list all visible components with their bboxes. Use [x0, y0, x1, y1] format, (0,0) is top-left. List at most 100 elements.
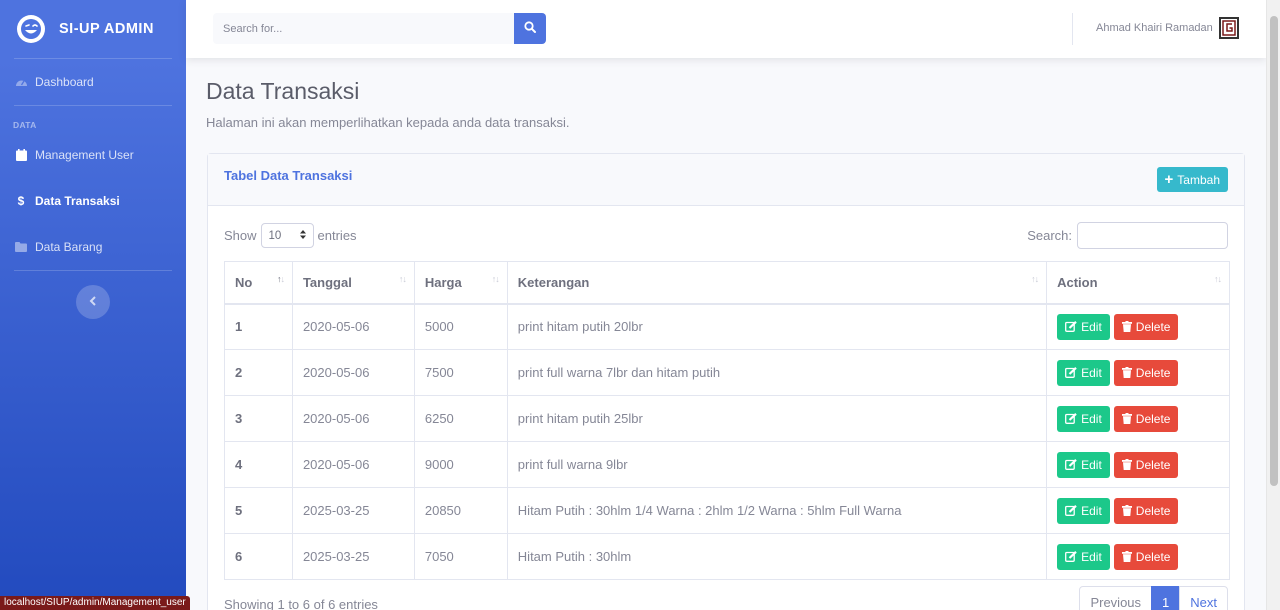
table-body: 1 2020-05-06 5000 print hitam putih 20lbr Ed…: [224, 303, 1230, 580]
delete-label: Delete: [1135, 457, 1171, 472]
trash-icon: [1121, 459, 1132, 470]
sidebar-item-label: Data Transaksi: [35, 194, 120, 208]
delete-label: Delete: [1135, 411, 1171, 426]
edit-label: Edit: [1081, 503, 1102, 518]
edit-button[interactable]: Edit: [1057, 313, 1110, 340]
sidebar-toggle-button[interactable]: [76, 285, 110, 319]
delete-button[interactable]: Delete: [1113, 543, 1179, 570]
delete-button[interactable]: Delete: [1113, 359, 1179, 386]
cell-keterangan: print full warna 7lbr dan hitam putih: [506, 349, 1048, 396]
sidebar-item-data-barang[interactable]: Data Barang: [0, 224, 186, 270]
edit-icon: [1065, 367, 1077, 378]
table-filter: Search:: [1027, 222, 1228, 249]
avatar[interactable]: [1219, 17, 1239, 39]
sidebar-item-management-user[interactable]: Management User: [0, 132, 186, 178]
search-icon: [524, 20, 536, 38]
table-info: Showing 1 to 6 of 6 entries: [224, 597, 378, 610]
sidebar-heading: DATA: [13, 120, 37, 130]
delete-button[interactable]: Delete: [1113, 313, 1179, 340]
edit-button[interactable]: Edit: [1057, 451, 1110, 478]
edit-icon: [1065, 459, 1077, 470]
cell-no: 3: [224, 395, 293, 442]
search-input[interactable]: [213, 13, 514, 44]
sidebar: SI-UP ADMIN Dashboard DATA Management Us…: [0, 0, 186, 610]
page-1-button[interactable]: 1: [1151, 586, 1181, 610]
delete-button[interactable]: Delete: [1113, 497, 1179, 524]
dollar-icon: $: [17, 194, 25, 208]
page-scrollbar[interactable]: [1266, 0, 1280, 610]
transaction-table: No ↑↓ Tanggal ↑↓ Harga ↑↓ Keterangan ↑↓ Acti…: [224, 261, 1230, 580]
topbar: Ahmad Khairi Ramadan: [186, 0, 1266, 58]
sidebar-brand[interactable]: SI-UP ADMIN: [0, 0, 186, 58]
sidebar-item-label: Management User: [35, 148, 134, 162]
column-header-tanggal[interactable]: Tanggal ↑↓: [291, 261, 415, 305]
cell-keterangan: print hitam putih 25lbr: [506, 395, 1048, 442]
cell-tanggal: 2020-05-06: [291, 349, 415, 396]
table-header-row: No ↑↓ Tanggal ↑↓ Harga ↑↓ Keterangan ↑↓ Acti…: [224, 261, 1230, 305]
edit-icon: [1065, 321, 1077, 333]
add-button[interactable]: + Tambah: [1156, 167, 1228, 192]
edit-label: Edit: [1081, 549, 1102, 564]
cell-action: Edit Delete: [1046, 349, 1230, 396]
brand-name: SI-UP ADMIN: [59, 21, 154, 37]
transaction-card: Tabel Data Transaksi + Tambah Show 10 en…: [207, 153, 1245, 610]
table-row: 6 2025-03-25 7050 Hitam Putih : 30hlm Edit De…: [224, 533, 1230, 580]
delete-button[interactable]: Delete: [1113, 405, 1179, 432]
column-header-keterangan[interactable]: Keterangan ↑↓: [506, 261, 1048, 305]
column-header-harga[interactable]: Harga ↑↓: [413, 261, 508, 305]
sidebar-item-data-transaksi[interactable]: $ Data Transaksi: [0, 178, 186, 224]
cell-harga: 9000: [413, 441, 508, 488]
add-button-label: Tambah: [1177, 172, 1220, 187]
folder-icon: [14, 240, 28, 254]
cell-harga: 7500: [413, 349, 508, 396]
pagination: Previous 1 Next: [1079, 586, 1228, 610]
cell-harga: 7050: [413, 533, 508, 580]
edit-label: Edit: [1081, 365, 1102, 380]
sort-icon: ↑↓: [1031, 274, 1039, 284]
next-button[interactable]: Next: [1179, 586, 1228, 610]
delete-button[interactable]: Delete: [1113, 451, 1179, 478]
trash-icon: [1121, 367, 1132, 378]
entries-label: entries: [317, 228, 357, 243]
table-row: 2 2020-05-06 7500 print full warna 7lbr dan…: [224, 349, 1230, 396]
cell-action: Edit Delete: [1046, 487, 1230, 534]
sidebar-item-dashboard[interactable]: Dashboard: [0, 59, 186, 105]
previous-button[interactable]: Previous: [1079, 586, 1153, 610]
search-button[interactable]: [514, 13, 546, 44]
sidebar-item-label: Dashboard: [35, 75, 94, 89]
edit-button[interactable]: Edit: [1057, 405, 1110, 432]
table-search-input[interactable]: [1077, 222, 1228, 249]
trash-icon: [1121, 321, 1132, 333]
edit-label: Edit: [1081, 319, 1102, 334]
column-header-no[interactable]: No ↑↓: [224, 261, 293, 305]
trash-icon: [1121, 505, 1132, 516]
page-title: Data Transaksi: [206, 78, 360, 104]
entries-length-control: Show 10 entries: [224, 223, 357, 248]
cell-action: Edit Delete: [1046, 533, 1230, 580]
column-header-action[interactable]: Action ↑↓: [1046, 261, 1230, 305]
cell-keterangan: print full warna 9lbr: [506, 441, 1048, 488]
table-row: 5 2025-03-25 20850 Hitam Putih : 30hlm 1/4 …: [224, 487, 1230, 534]
entries-select[interactable]: 10: [260, 223, 314, 248]
edit-button[interactable]: Edit: [1057, 543, 1110, 570]
user-name[interactable]: Ahmad Khairi Ramadan: [1096, 22, 1213, 34]
edit-icon: [1065, 551, 1077, 562]
delete-label: Delete: [1135, 549, 1171, 564]
entries-value: 10: [268, 229, 282, 242]
cell-tanggal: 2020-05-06: [291, 303, 415, 350]
cell-keterangan: Hitam Putih : 30hlm: [506, 533, 1048, 580]
cell-no: 4: [224, 441, 293, 488]
sort-icon: ↑↓: [398, 274, 407, 284]
cell-harga: 20850: [413, 487, 508, 534]
cell-keterangan: print hitam putih 20lbr: [506, 303, 1048, 350]
cell-no: 6: [224, 533, 293, 580]
cell-no: 1: [224, 303, 293, 350]
edit-button[interactable]: Edit: [1057, 359, 1110, 386]
trash-icon: [1121, 551, 1132, 562]
sidebar-divider: [14, 270, 172, 271]
table-row: 3 2020-05-06 6250 print hitam putih 25lbr Ed…: [224, 395, 1230, 442]
filter-label: Search:: [1027, 228, 1072, 243]
sidebar-item-label: Data Barang: [35, 240, 103, 254]
edit-button[interactable]: Edit: [1057, 497, 1110, 524]
scrollbar-thumb[interactable]: [1270, 16, 1278, 486]
